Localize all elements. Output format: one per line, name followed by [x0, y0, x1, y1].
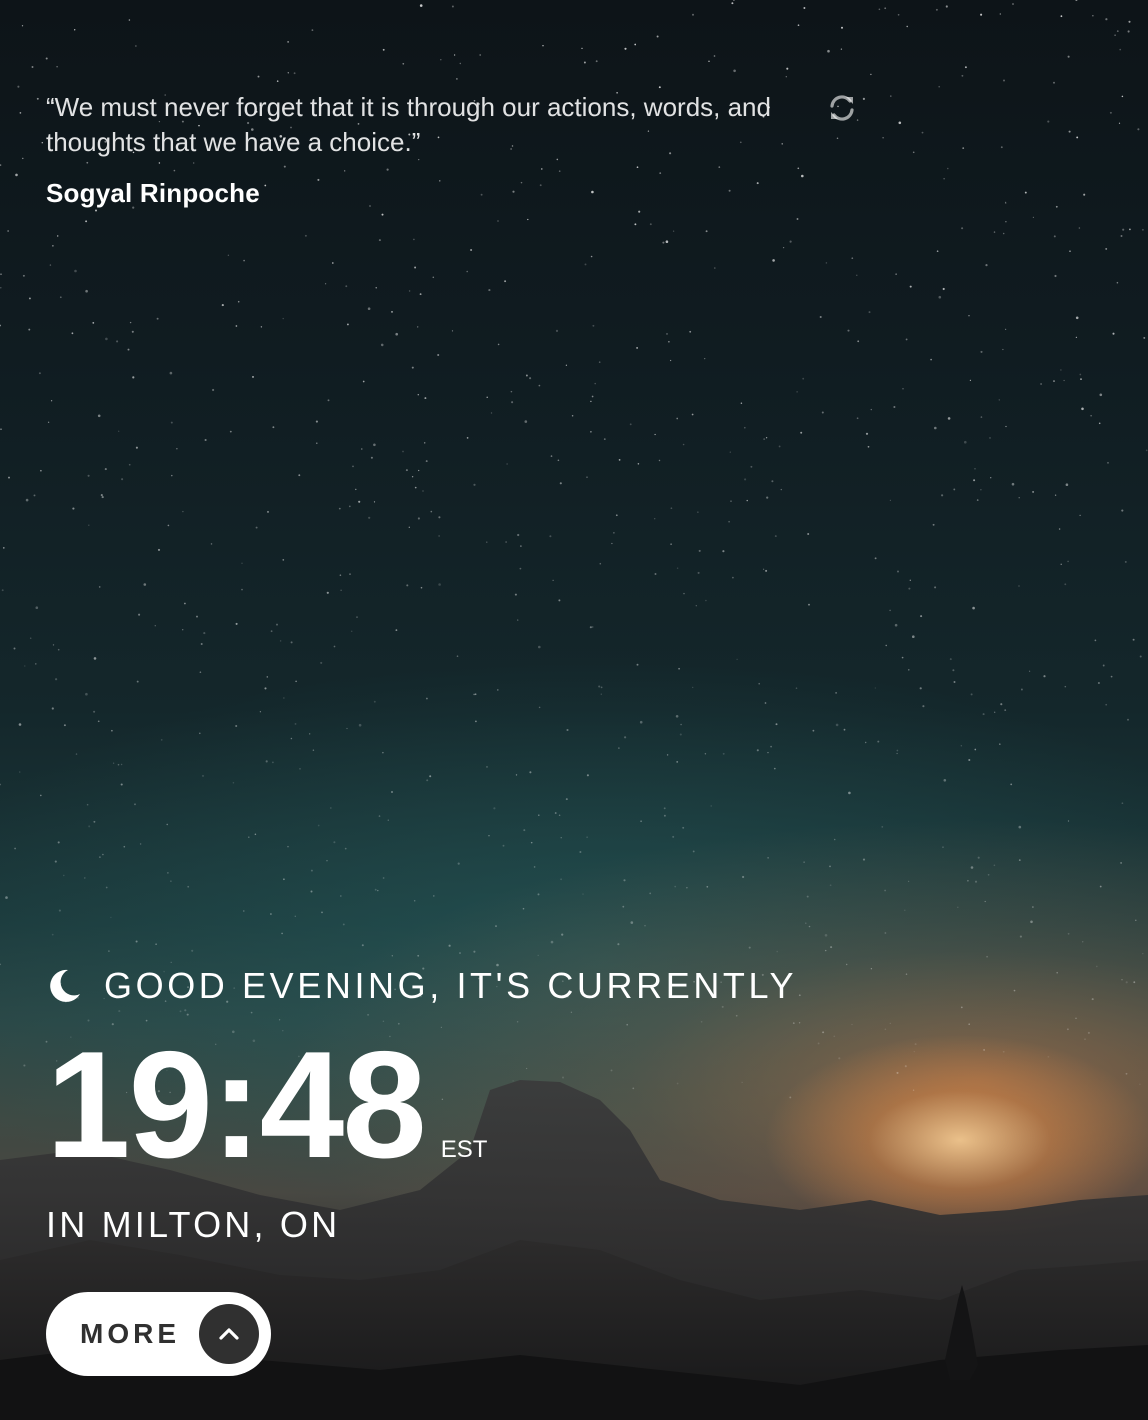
chevron-up-icon: [219, 1328, 239, 1340]
more-button[interactable]: MORE: [46, 1292, 271, 1376]
moon-icon: [50, 969, 80, 1002]
more-button-label: MORE: [80, 1318, 180, 1349]
clock-time: 19:48: [46, 1020, 427, 1190]
clock: 19:48 EST: [46, 1020, 488, 1190]
refresh-quote-button[interactable]: [826, 92, 858, 124]
clock-timezone: EST: [440, 1136, 488, 1163]
greeting: GOOD EVENING, IT'S CURRENTLY: [46, 964, 797, 1008]
quote-author: Sogyal Rinpoche: [46, 178, 260, 208]
greeting-text: GOOD EVENING, IT'S CURRENTLY: [104, 965, 798, 1006]
quote-widget: “We must never forget that it is through…: [46, 90, 866, 209]
location-text: IN MILTON, ON: [46, 1204, 341, 1245]
refresh-icon: [830, 95, 854, 121]
quote-text: “We must never forget that it is through…: [46, 92, 771, 157]
more-button-arrow: [199, 1304, 259, 1364]
